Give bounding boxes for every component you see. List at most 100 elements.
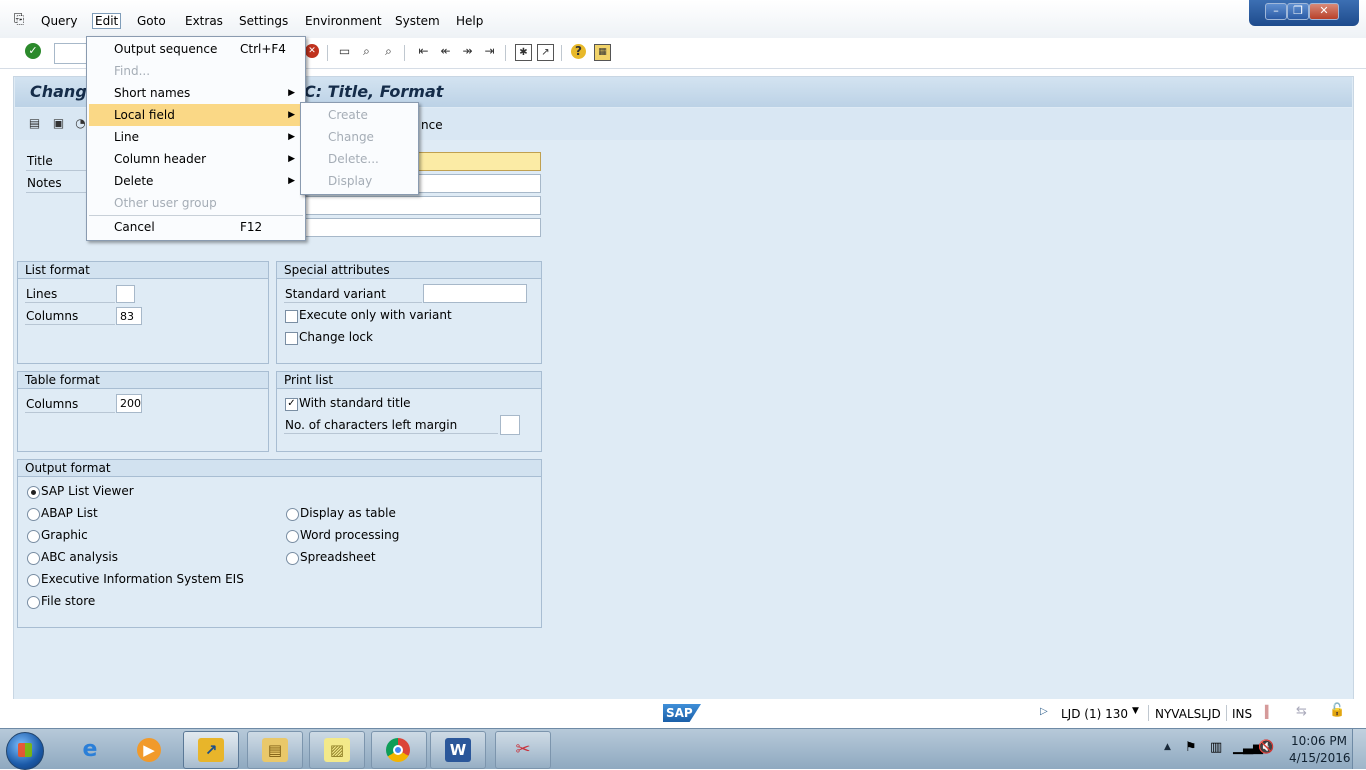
list-format-header: List format — [18, 262, 268, 279]
usb-device-icon[interactable]: ▥ — [1210, 740, 1222, 755]
left-margin-label: No. of characters left margin — [285, 418, 458, 432]
notes-input-3[interactable] — [300, 218, 541, 237]
notes-label: Notes — [27, 176, 62, 190]
taskbar-media-player[interactable]: ▶ — [122, 731, 178, 769]
menu-bar: ⎘ Query Edit Goto Extras Settings Enviro… — [0, 0, 1366, 38]
change-lock-checkbox[interactable] — [285, 332, 298, 345]
status-bar: SAP ▷ LJD (1) 130 ▼ NYVALSLJD INS ▍ ⇆ 🔓 — [0, 699, 1366, 729]
action-center-flag-icon[interactable]: ⚑ — [1185, 740, 1197, 755]
label-underline — [284, 302, 422, 303]
radio-graphic[interactable] — [27, 530, 40, 543]
menu-system[interactable]: System — [395, 14, 440, 28]
command-field[interactable] — [54, 43, 90, 64]
lines-input[interactable] — [116, 285, 135, 303]
menu-item-delete[interactable]: Delete ▶ — [89, 170, 303, 192]
special-attributes-group: Special attributes Standard variant Exec… — [276, 261, 542, 364]
status-expand-icon[interactable]: ▷ — [1040, 706, 1048, 717]
taskbar-sap-logon[interactable]: ↗ — [183, 731, 239, 769]
clock-date[interactable]: 4/15/2016 — [1289, 751, 1351, 765]
taskbar-chrome[interactable] — [371, 731, 427, 769]
radio-sap-list-viewer[interactable] — [27, 486, 40, 499]
taskbar-internet-explorer[interactable]: e — [62, 731, 118, 769]
menu-item-cancel[interactable]: Cancel F12 — [89, 216, 303, 238]
menu-query[interactable]: Query — [41, 14, 77, 28]
menu-item-local-field[interactable]: Local field ▶ — [89, 104, 303, 126]
radio-label: SAP List Viewer — [41, 484, 134, 498]
menu-item-short-names[interactable]: Short names ▶ — [89, 82, 303, 104]
show-hidden-icons-icon[interactable]: ▲ — [1164, 742, 1171, 752]
menu-icon[interactable]: ⎘ — [14, 12, 24, 27]
system-dropdown-icon[interactable]: ▼ — [1132, 706, 1139, 716]
radio-label: Spreadsheet — [300, 550, 376, 564]
menu-settings[interactable]: Settings — [239, 14, 288, 28]
standard-variant-input[interactable] — [423, 284, 527, 303]
list-format-group: List format Lines Columns 83 — [17, 261, 269, 364]
minimize-button[interactable]: – — [1265, 3, 1287, 20]
find-icon[interactable]: ⌕ — [359, 44, 374, 59]
radio-file-store[interactable] — [27, 596, 40, 609]
menu-extras[interactable]: Extras — [185, 14, 223, 28]
edit-menu: Output sequence Ctrl+F4 Find... Short na… — [86, 36, 306, 241]
submenu-item-change: Change — [303, 126, 416, 148]
last-page-icon[interactable]: ⇥ — [482, 44, 497, 59]
radio-word-processing[interactable] — [286, 530, 299, 543]
help-icon[interactable]: ? — [571, 44, 586, 59]
submenu-arrow-icon: ▶ — [288, 88, 295, 98]
taskbar-snipping-tool[interactable]: ✂ — [495, 731, 551, 769]
show-desktop-button[interactable] — [1352, 729, 1366, 769]
sticky-notes-icon: ▨ — [324, 738, 350, 762]
app-toolbar-text[interactable]: nce — [421, 118, 443, 132]
menu-item-label: Change — [328, 130, 374, 144]
customize-icon[interactable]: ▦ — [594, 44, 611, 61]
menu-edit[interactable]: Edit — [92, 13, 122, 29]
lock-icon[interactable]: 🔓 — [1329, 703, 1345, 718]
submenu-item-create: Create — [303, 104, 416, 126]
taskbar-word[interactable]: W — [430, 731, 486, 769]
radio-eis[interactable] — [27, 574, 40, 587]
radio-display-as-table[interactable] — [286, 508, 299, 521]
create-session-icon[interactable]: ✱ — [515, 44, 532, 61]
change-lock-label: Change lock — [299, 330, 373, 344]
list-columns-input[interactable]: 83 — [116, 307, 142, 325]
lines-label: Lines — [26, 287, 58, 301]
toolbar-separator — [505, 45, 506, 61]
menu-item-output-sequence[interactable]: Output sequence Ctrl+F4 — [89, 38, 303, 60]
enter-icon[interactable]: ✓ — [25, 43, 41, 59]
label-underline — [25, 412, 115, 413]
close-button[interactable]: ✕ — [1309, 3, 1339, 20]
cancel-icon[interactable]: ✕ — [305, 44, 319, 58]
execute-only-checkbox[interactable] — [285, 310, 298, 323]
menu-item-label: Find... — [114, 64, 151, 78]
label-underline — [26, 192, 86, 193]
menu-item-line[interactable]: Line ▶ — [89, 126, 303, 148]
restore-button[interactable]: ❐ — [1287, 3, 1309, 20]
print-icon[interactable]: ▭ — [337, 44, 352, 59]
find-next-icon[interactable]: ⌕ — [381, 44, 396, 59]
start-button[interactable] — [6, 732, 44, 770]
notes-input-2[interactable] — [300, 196, 541, 215]
menu-item-column-header[interactable]: Column header ▶ — [89, 148, 303, 170]
clock-time[interactable]: 10:06 PM — [1291, 734, 1347, 748]
table-columns-input[interactable]: 200 — [116, 394, 142, 413]
left-margin-input[interactable] — [500, 415, 520, 435]
chrome-icon — [386, 738, 410, 762]
radio-abap-list[interactable] — [27, 508, 40, 521]
menu-item-other-user-group: Other user group — [89, 192, 303, 214]
taskbar-explorer[interactable]: ▤ — [247, 731, 303, 769]
radio-label: ABC analysis — [41, 550, 119, 564]
radio-spreadsheet[interactable] — [286, 552, 299, 565]
taskbar-sticky-notes[interactable]: ▨ — [309, 731, 365, 769]
save-icon[interactable]: ▣ — [51, 116, 66, 131]
shortcut-icon[interactable]: ↗ — [537, 44, 554, 61]
standard-title-checkbox[interactable]: ✓ — [285, 398, 298, 411]
layout-icon[interactable]: ▤ — [27, 116, 42, 131]
radio-label: File store — [41, 594, 96, 608]
first-page-icon[interactable]: ⇤ — [416, 44, 431, 59]
previous-page-icon[interactable]: ↞ — [438, 44, 453, 59]
menu-environment[interactable]: Environment — [305, 14, 382, 28]
menu-help[interactable]: Help — [456, 14, 483, 28]
next-page-icon[interactable]: ↠ — [460, 44, 475, 59]
volume-muted-icon[interactable]: 🔇 — [1258, 740, 1274, 755]
radio-abc-analysis[interactable] — [27, 552, 40, 565]
menu-goto[interactable]: Goto — [137, 14, 166, 28]
